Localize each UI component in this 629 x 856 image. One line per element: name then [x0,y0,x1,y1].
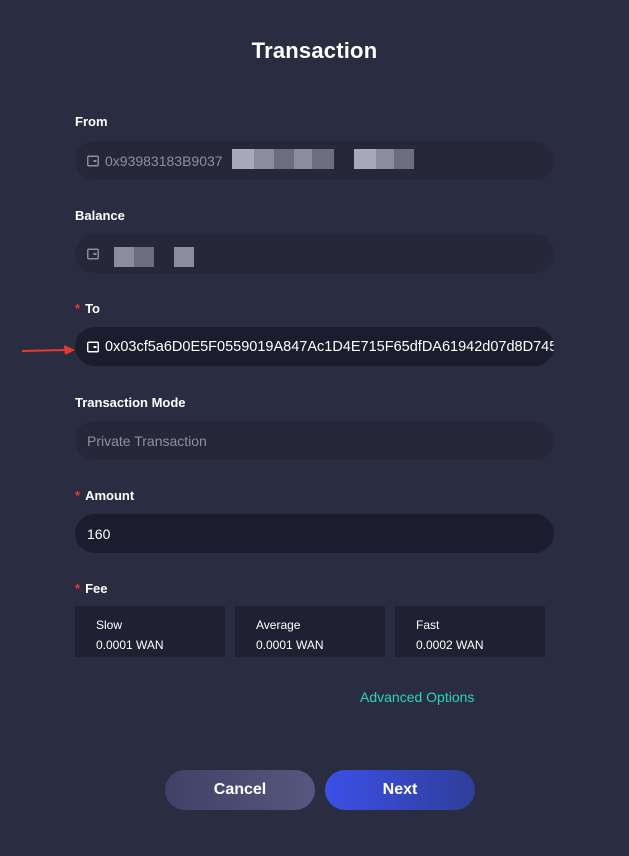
transaction-mode-value: Private Transaction [87,432,207,449]
from-label: From [75,114,108,129]
fee-option-fast[interactable]: Fast 0.0002 WAN [395,606,545,657]
to-address-field[interactable]: 0x03cf5a6D0E5F0559019A847Ac1D4E715F65dfD… [75,327,554,366]
page-title: Transaction [251,38,378,63]
fee-option-name: Slow [96,618,123,632]
fee-option-average[interactable]: Average 0.0001 WAN [235,606,385,657]
next-button[interactable]: Next [325,770,475,810]
transaction-mode-field: Private Transaction [75,421,554,460]
from-address: 0x93983183B9037 [105,152,223,169]
fee-option-value: 0.0001 WAN [96,638,164,652]
amount-label-text: Amount [85,488,135,503]
fee-label: * Fee [75,581,107,596]
wallet-icon [87,248,99,259]
amount-input[interactable]: 160 [75,514,554,553]
wallet-icon [87,341,99,352]
amount-label: * Amount [75,488,134,503]
balance-label: Balance [75,208,125,223]
fee-option-value: 0.0002 WAN [416,638,484,652]
required-marker: * [75,581,81,596]
red-arrow-annotation [21,345,75,355]
amount-value: 160 [87,525,111,542]
transaction-mode-label: Transaction Mode [75,395,186,410]
to-address-value: 0x03cf5a6D0E5F0559019A847Ac1D4E715F65dfD… [105,338,554,355]
cancel-button[interactable]: Cancel [165,770,315,810]
advanced-options-link[interactable]: Advanced Options [360,689,474,705]
required-marker: * [75,488,81,503]
wallet-icon [87,155,99,166]
fee-option-name: Average [256,618,301,632]
to-label: * To [75,301,100,316]
fee-option-value: 0.0001 WAN [256,638,324,652]
fee-label-text: Fee [85,581,108,596]
fee-option-slow[interactable]: Slow 0.0001 WAN [75,606,225,657]
required-marker: * [75,301,81,316]
to-label-text: To [85,301,100,316]
fee-option-name: Fast [416,618,440,632]
